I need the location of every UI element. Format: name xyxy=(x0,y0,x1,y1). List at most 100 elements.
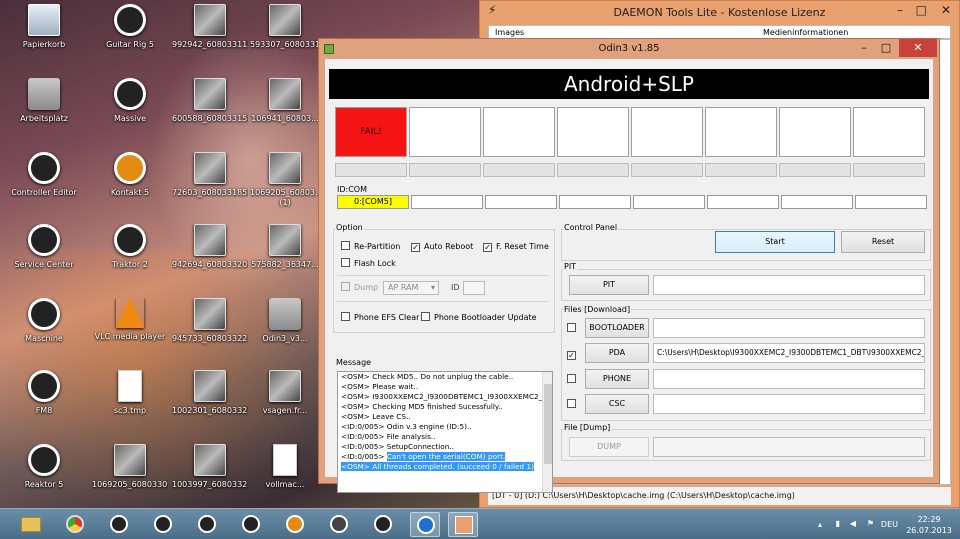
desktop-icon-image-file[interactable]: 575882_36347... xyxy=(250,224,320,290)
dump-label: Dump xyxy=(354,283,379,292)
dump-path-field[interactable] xyxy=(653,437,925,457)
massive-icon xyxy=(114,78,146,110)
desktop-icon-image-file[interactable]: 600588_60803315888... xyxy=(172,78,248,144)
desktop-icon-maschine[interactable]: Maschine xyxy=(6,298,82,364)
language-indicator[interactable]: DEU xyxy=(881,520,898,529)
desktop-icon-papierkorb[interactable]: Papierkorb xyxy=(6,4,82,70)
desktop-icon-traktor[interactable]: Traktor 2 xyxy=(92,224,168,290)
desktop-icon-arbeitsplatz[interactable]: Arbeitsplatz xyxy=(6,78,82,144)
message-line: <OSM> All threads completed. (succeed 0 … xyxy=(338,462,552,472)
desktop-icon-odin[interactable]: Odin3_v3... xyxy=(250,298,320,364)
tab-media-info[interactable]: Medieninformationen xyxy=(763,28,848,37)
scrollbar-thumb[interactable] xyxy=(544,384,552,464)
odin-minimize-button[interactable]: – xyxy=(853,39,875,57)
flag-icon[interactable]: ⚑ xyxy=(867,519,874,528)
pda-path-field[interactable]: C:\Users\H\Desktop\I9300XXEMC2_I9300DBTE… xyxy=(653,343,925,363)
network-icon[interactable]: ▮ xyxy=(836,519,840,528)
clock[interactable]: 22:29 26.07.2013 xyxy=(906,514,952,536)
desktop-icon-document[interactable]: vollmac... xyxy=(250,444,320,508)
desktop-icon-kontakt[interactable]: Kontakt 5 xyxy=(92,152,168,218)
taskbar-controller-editor[interactable] xyxy=(104,512,134,537)
csc-button[interactable]: CSC xyxy=(585,394,649,414)
taskbar-daemon-tools[interactable] xyxy=(410,512,440,537)
image-file-icon xyxy=(114,444,146,476)
desktop-icon-fm8[interactable]: FM8 xyxy=(6,370,82,436)
taskbar-fm8[interactable] xyxy=(324,512,354,537)
start-button[interactable]: Start xyxy=(715,231,835,253)
taskbar-traktor[interactable] xyxy=(192,512,222,537)
taskbar-service-center[interactable] xyxy=(148,512,178,537)
csc-path-field[interactable] xyxy=(653,394,925,414)
f-reset-time-checkbox[interactable]: ✓ F. Reset Time xyxy=(483,241,549,253)
phone-checkbox[interactable] xyxy=(567,374,580,386)
bootloader-path-field[interactable] xyxy=(653,318,925,338)
checkbox-box xyxy=(421,312,430,321)
desktop-icon-image-file[interactable]: 945733_60803322255... xyxy=(172,298,248,364)
odin-maximize-button[interactable]: □ xyxy=(875,39,897,57)
phone-efs-clear-checkbox[interactable]: Phone EFS Clear xyxy=(341,312,419,324)
desktop-icon-image-file[interactable]: 1069205_60803... (1) xyxy=(250,152,320,218)
desktop-icon-label: 593307_60803311... xyxy=(250,40,320,49)
message-scrollbar[interactable] xyxy=(542,372,552,492)
idcom-label: ID:COM xyxy=(337,185,367,194)
bootloader-button[interactable]: BOOTLOADER xyxy=(585,318,649,338)
re-partition-checkbox[interactable]: Re-Partition xyxy=(341,241,400,253)
desktop-icon-vlc[interactable]: VLC media player xyxy=(92,298,168,364)
phone-path-field[interactable] xyxy=(653,369,925,389)
desktop-icon-image-file[interactable]: 942694_60803320921... xyxy=(172,224,248,290)
idcom-1: 0:[COM5] xyxy=(337,195,409,209)
checkbox-checked: ✓ xyxy=(483,243,492,252)
daemon-maximize-button[interactable]: □ xyxy=(916,3,927,17)
daemon-minimize-button[interactable]: – xyxy=(897,3,903,17)
taskbar-massive[interactable] xyxy=(236,512,266,537)
reset-button[interactable]: Reset xyxy=(841,231,925,253)
message-log[interactable]: <OSM> Check MD5.. Do not unplug the cabl… xyxy=(337,371,553,493)
taskbar-maschine[interactable] xyxy=(368,512,398,537)
desktop-icon-controller-editor[interactable]: Controller Editor xyxy=(6,152,82,218)
dump-id-input[interactable] xyxy=(463,281,485,295)
desktop-icon-label: vsagen.fr... xyxy=(262,406,308,415)
message-selected-text: <OSM> All threads completed. (succeed 0 … xyxy=(341,462,534,471)
phone-button[interactable]: PHONE xyxy=(585,369,649,389)
desktop-icon-image-file[interactable]: vsagen.fr... xyxy=(250,370,320,436)
desktop-icon-image-file[interactable]: 1069205_60803309255... xyxy=(92,444,168,508)
desktop-icon-image-file[interactable]: 593307_60803311... xyxy=(250,4,320,70)
pda-button[interactable]: PDA xyxy=(585,343,649,363)
desktop-icon-service-center[interactable]: Service Center xyxy=(6,224,82,290)
volume-icon[interactable]: ◀ xyxy=(850,519,856,528)
desktop-icon-label: 600588_60803315888... xyxy=(172,114,248,123)
tray-expand-icon[interactable]: ▴ xyxy=(818,520,822,529)
taskbar-kontakt[interactable] xyxy=(280,512,310,537)
pit-path-field[interactable] xyxy=(653,275,925,295)
phone-bootloader-update-checkbox[interactable]: Phone Bootloader Update xyxy=(421,312,537,324)
progress-bar-8 xyxy=(853,163,925,177)
flash-lock-checkbox[interactable]: Flash Lock xyxy=(341,258,396,270)
desktop-icon-massive[interactable]: Massive xyxy=(92,78,168,144)
desktop-icon-guitar-rig[interactable]: Guitar Rig 5 xyxy=(92,4,168,70)
desktop-icon-image-file[interactable]: 992942_60803311588... xyxy=(172,4,248,70)
phone-bootloader-update-label: Phone Bootloader Update xyxy=(434,313,537,322)
taskbar-chrome[interactable] xyxy=(60,512,90,537)
odin-close-button[interactable]: ✕ xyxy=(899,39,937,57)
pda-checkbox[interactable]: ✓ xyxy=(567,349,580,361)
daemon-close-button[interactable]: ✕ xyxy=(941,3,951,17)
desktop-icon-sc3[interactable]: sc3.tmp xyxy=(92,370,168,436)
desktop-icon-image-file[interactable]: 1002301_60803325... xyxy=(172,370,248,436)
csc-checkbox[interactable] xyxy=(567,399,580,411)
desktop-icon-image-file[interactable]: 106941_60803... xyxy=(250,78,320,144)
taskbar-file-explorer[interactable] xyxy=(16,512,46,537)
port-status-5 xyxy=(631,107,703,157)
dump-checkbox[interactable]: Dump xyxy=(341,282,378,294)
taskbar-odin[interactable] xyxy=(448,512,478,537)
desktop-icon-reaktor[interactable]: Reaktor 5 xyxy=(6,444,82,508)
auto-reboot-checkbox[interactable]: ✓ Auto Reboot xyxy=(411,241,473,253)
option-divider xyxy=(337,301,549,302)
tab-images[interactable]: Images xyxy=(495,28,524,37)
desktop-icon-image-file[interactable]: 72603_608033185884... xyxy=(172,152,248,218)
bootloader-checkbox[interactable] xyxy=(567,323,580,335)
pit-button[interactable]: PIT xyxy=(569,275,649,295)
dump-button[interactable]: DUMP xyxy=(569,437,649,457)
odin-window: Odin3 v1.85 – □ ✕ Android+SLP FAIL! ID:C… xyxy=(318,38,940,493)
dump-type-select[interactable]: AP RAM ▾ xyxy=(383,281,439,295)
desktop-icon-image-file[interactable]: 1003997_60803327588... xyxy=(172,444,248,508)
